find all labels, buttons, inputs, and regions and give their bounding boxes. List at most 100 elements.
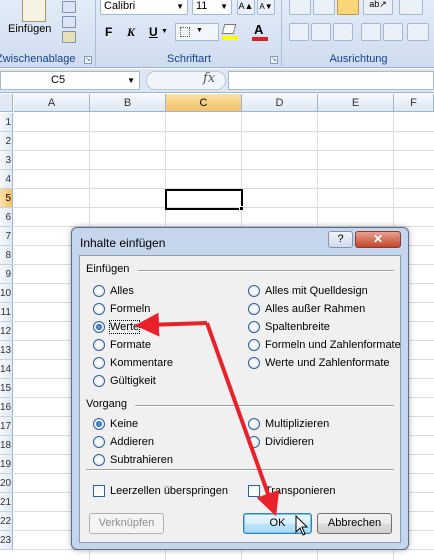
font-color-button[interactable]: A xyxy=(251,22,275,42)
shrink-font-icon[interactable]: A▼ xyxy=(257,0,275,15)
operation-option[interactable]: Multiplizieren xyxy=(248,416,329,432)
radio-button[interactable] xyxy=(248,418,260,430)
copy-icon[interactable] xyxy=(62,16,76,28)
grow-font-icon[interactable]: A▲ xyxy=(237,0,255,15)
row-header[interactable]: 21 xyxy=(0,493,13,512)
select-all-corner[interactable] xyxy=(0,94,13,112)
column-header[interactable]: B xyxy=(90,94,166,112)
paste-option[interactable]: Formate xyxy=(93,337,151,353)
row-header[interactable]: 5 xyxy=(0,189,13,208)
paste-option[interactable]: Alles außer Rahmen xyxy=(248,301,365,317)
operation-option[interactable]: Keine xyxy=(93,416,138,432)
align-center-icon[interactable] xyxy=(311,23,331,41)
align-bottom-icon[interactable] xyxy=(337,0,359,15)
column-header[interactable]: A xyxy=(14,94,90,112)
row-header[interactable]: 22 xyxy=(0,512,13,531)
row-header[interactable]: 7 xyxy=(0,227,13,246)
column-header[interactable]: D xyxy=(242,94,318,112)
paste-option[interactable]: Gültigkeit xyxy=(93,373,156,389)
row-header[interactable]: 12 xyxy=(0,322,13,341)
row-header[interactable]: 2 xyxy=(0,132,13,151)
radio-button[interactable] xyxy=(93,321,105,333)
radio-button[interactable] xyxy=(93,303,105,315)
paste-option[interactable]: Alles xyxy=(93,283,134,299)
close-icon[interactable]: ✕ xyxy=(355,231,401,248)
checkbox-box[interactable] xyxy=(93,485,105,497)
operation-option[interactable]: Addieren xyxy=(93,434,154,450)
radio-button[interactable] xyxy=(93,357,105,369)
align-left-icon[interactable] xyxy=(289,23,309,41)
row-header[interactable]: 23 xyxy=(0,531,13,550)
italic-button[interactable]: K xyxy=(127,25,135,40)
radio-button[interactable] xyxy=(93,436,105,448)
paste-button[interactable]: Einfügen xyxy=(8,23,51,35)
radio-button[interactable] xyxy=(93,285,105,297)
row-header[interactable]: 6 xyxy=(0,208,13,227)
decrease-indent-icon[interactable] xyxy=(361,23,381,41)
increase-indent-icon[interactable] xyxy=(383,23,403,41)
orientation-icon[interactable]: ab↗ xyxy=(363,0,393,15)
column-header[interactable]: F xyxy=(394,94,434,112)
align-top-icon[interactable] xyxy=(289,0,311,15)
skip-blanks-checkbox[interactable]: Leerzellen überspringen xyxy=(93,483,228,499)
row-header[interactable]: 19 xyxy=(0,455,13,474)
radio-button[interactable] xyxy=(248,321,260,333)
radio-button[interactable] xyxy=(93,454,105,466)
clipboard-launcher-icon[interactable]: ↘ xyxy=(84,56,92,64)
row-header[interactable]: 3 xyxy=(0,151,13,170)
row-header[interactable]: 11 xyxy=(0,303,13,322)
fill-color-button[interactable] xyxy=(221,22,245,42)
radio-button[interactable] xyxy=(93,375,105,387)
name-box[interactable]: C5 ▼ xyxy=(0,71,140,90)
align-middle-icon[interactable] xyxy=(313,0,335,15)
insert-function-button[interactable]: fx xyxy=(203,71,215,86)
cancel-button[interactable]: Abbrechen xyxy=(317,513,392,534)
underline-button[interactable]: U xyxy=(149,25,158,39)
radio-button[interactable] xyxy=(248,436,260,448)
formula-input[interactable] xyxy=(228,71,434,90)
row-header[interactable]: 8 xyxy=(0,246,13,265)
font-launcher-icon[interactable]: ↘ xyxy=(270,56,278,64)
bold-button[interactable]: F xyxy=(105,25,112,39)
row-header[interactable]: 14 xyxy=(0,360,13,379)
align-right-icon[interactable] xyxy=(333,23,353,41)
cut-icon[interactable] xyxy=(62,1,76,13)
radio-button[interactable] xyxy=(248,357,260,369)
radio-button[interactable] xyxy=(248,285,260,297)
help-icon[interactable]: ? xyxy=(328,231,353,248)
row-header[interactable]: 18 xyxy=(0,436,13,455)
row-header[interactable]: 9 xyxy=(0,265,13,284)
row-header[interactable]: 17 xyxy=(0,417,13,436)
format-painter-icon[interactable] xyxy=(62,31,76,43)
radio-button[interactable] xyxy=(93,418,105,430)
column-header[interactable]: C xyxy=(166,94,242,112)
paste-option[interactable]: Kommentare xyxy=(93,355,173,371)
radio-button[interactable] xyxy=(93,339,105,351)
row-header[interactable]: 13 xyxy=(0,341,13,360)
row-header[interactable]: 15 xyxy=(0,379,13,398)
paste-option[interactable]: Alles mit Quelldesign xyxy=(248,283,368,299)
paste-option[interactable]: Formeln und Zahlenformate xyxy=(248,337,401,353)
column-header[interactable]: E xyxy=(318,94,394,112)
checkbox-box[interactable] xyxy=(248,485,260,497)
paste-option[interactable]: Werte und Zahlenformate xyxy=(248,355,390,371)
row-header[interactable]: 16 xyxy=(0,398,13,417)
fill-handle[interactable] xyxy=(239,206,244,211)
paste-icon[interactable] xyxy=(22,0,46,22)
borders-button[interactable]: ▼ xyxy=(175,23,219,41)
font-size-select[interactable]: 11 ▼ xyxy=(192,0,232,15)
paste-option[interactable]: Spaltenbreite xyxy=(248,319,330,335)
font-name-select[interactable]: Calibri ▼ xyxy=(100,0,188,15)
row-header[interactable]: 4 xyxy=(0,170,13,189)
chevron-down-icon[interactable]: ▼ xyxy=(127,72,135,89)
transpose-checkbox[interactable]: Transponieren xyxy=(248,483,336,499)
link-button[interactable]: Verknüpfen xyxy=(89,513,164,534)
row-header[interactable]: 10 xyxy=(0,284,13,303)
operation-option[interactable]: Dividieren xyxy=(248,434,314,450)
row-header[interactable]: 1 xyxy=(0,113,13,132)
radio-button[interactable] xyxy=(248,303,260,315)
row-header[interactable]: 20 xyxy=(0,474,13,493)
active-cell[interactable] xyxy=(165,189,243,210)
radio-button[interactable] xyxy=(248,339,260,351)
operation-option[interactable]: Subtrahieren xyxy=(93,452,173,468)
